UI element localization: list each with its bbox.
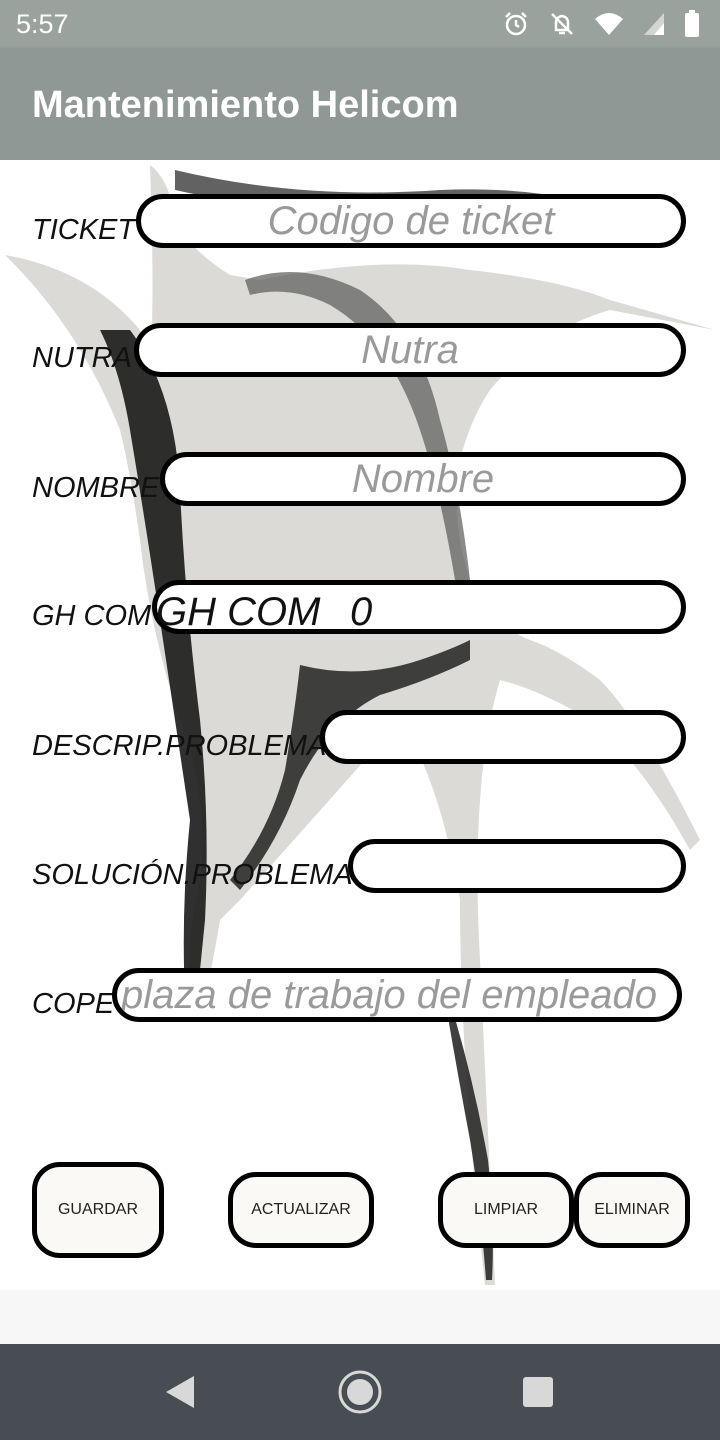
descrip-problema-input[interactable] <box>320 710 686 764</box>
form-content: TICKET NUTRA NOMBRE GH COM GH COM 0 DESC… <box>0 160 720 1290</box>
navigation-bar <box>0 1344 720 1440</box>
back-icon[interactable] <box>162 1374 196 1410</box>
nombre-label: NOMBRE <box>32 472 160 504</box>
gh-com-text: GH COM <box>156 590 321 634</box>
signal-icon <box>644 13 664 35</box>
cope-input[interactable] <box>112 968 682 1022</box>
status-bar: 5:57 <box>0 0 720 48</box>
actualizar-button[interactable]: ACTUALIZAR <box>228 1172 374 1248</box>
app-title: Mantenimiento Helicom <box>32 84 459 126</box>
limpiar-button[interactable]: LIMPIAR <box>438 1172 574 1248</box>
battery-icon <box>685 10 699 37</box>
app-bar: Mantenimiento Helicom <box>0 48 720 160</box>
notifications-off-icon <box>551 13 573 35</box>
eliminar-button[interactable]: ELIMINAR <box>574 1172 690 1248</box>
bottom-strip <box>0 1290 720 1344</box>
guardar-button[interactable]: GUARDAR <box>32 1162 164 1258</box>
status-icons <box>502 10 700 38</box>
wifi-icon <box>595 13 623 35</box>
recents-icon[interactable] <box>522 1376 554 1408</box>
solucion-problema-label: SOLUCIÓN.PROBLEMA <box>32 859 353 891</box>
nutra-label: NUTRA <box>32 342 132 374</box>
status-time: 5:57 <box>16 9 69 39</box>
nutra-input[interactable] <box>134 323 686 377</box>
gh-com-number: 0 <box>350 590 373 634</box>
descrip-problema-label: DESCRIP.PROBLEMA <box>32 730 327 762</box>
cope-label: COPE <box>32 988 115 1020</box>
home-icon[interactable] <box>337 1369 383 1415</box>
ticket-input[interactable] <box>136 194 686 248</box>
gh-com-label: GH COM <box>32 600 152 632</box>
nombre-input[interactable] <box>160 452 686 506</box>
ticket-label: TICKET <box>32 214 136 246</box>
solucion-problema-input[interactable] <box>348 839 686 893</box>
alarm-icon <box>505 12 527 36</box>
